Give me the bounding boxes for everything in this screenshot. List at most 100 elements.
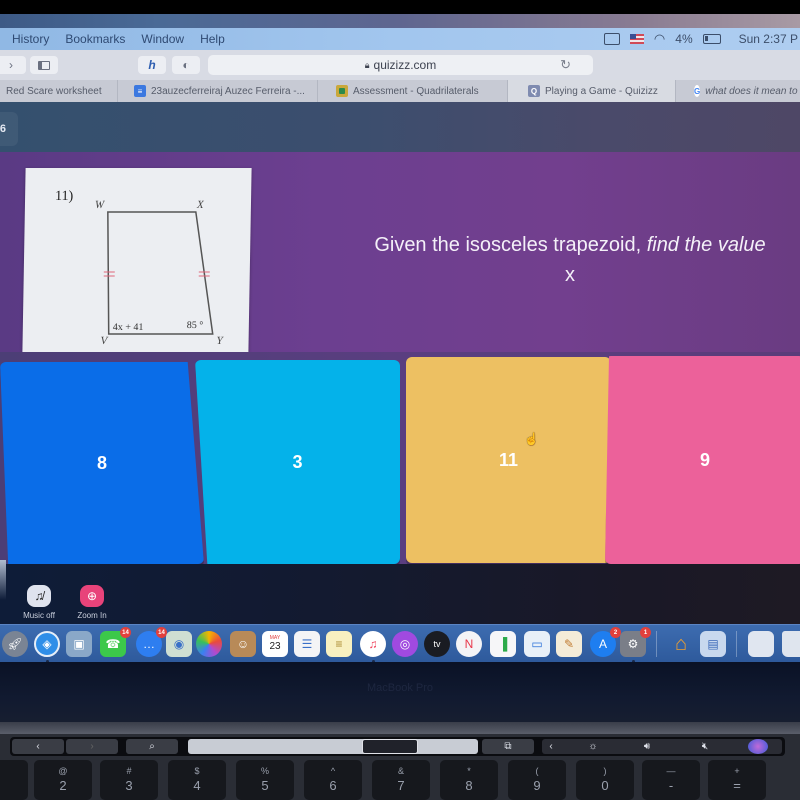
image-capture-icon[interactable]: ▤ xyxy=(700,631,726,657)
touchbar-forward[interactable]: › xyxy=(66,739,118,754)
battery-icon[interactable] xyxy=(702,34,721,44)
app-store-icon[interactable]: A2 xyxy=(590,627,621,657)
us-flag-icon[interactable] xyxy=(629,34,644,44)
touchbar-back[interactable]: ‹ xyxy=(12,739,64,754)
mute-icon[interactable]: 🔇︎ xyxy=(690,739,720,754)
music-icon[interactable]: ♫ xyxy=(360,631,386,657)
maps-icon[interactable]: ◉ xyxy=(166,631,192,657)
contacts-icon[interactable]: ☺ xyxy=(230,631,256,657)
touchbar-tab-previews[interactable] xyxy=(188,739,478,754)
keynote-icon[interactable]: ▭ xyxy=(524,631,550,657)
key-4[interactable]: $4 xyxy=(168,760,226,800)
reload-icon[interactable]: ↻ xyxy=(560,57,571,73)
pages-icon[interactable]: ✎ xyxy=(556,631,582,657)
photos-icon[interactable] xyxy=(196,631,222,657)
reminders-icon[interactable]: ☰ xyxy=(294,631,320,657)
touchbar-active-tab[interactable] xyxy=(362,739,418,754)
vertex-w: W xyxy=(95,199,105,211)
key-top: ! xyxy=(0,766,28,776)
tab-google[interactable]: G what does it mean to b xyxy=(676,80,800,102)
key-8[interactable]: * 8 xyxy=(440,760,498,800)
news-icon[interactable]: N xyxy=(456,631,482,657)
touchbar-search[interactable]: ⌕ xyxy=(126,739,178,754)
settings-badge: 1 xyxy=(640,627,651,638)
touchbar-expand[interactable]: ‹ xyxy=(544,739,558,754)
clock[interactable]: Sun 2:37 P xyxy=(739,32,798,46)
key-bot: 4 xyxy=(193,778,201,793)
key-5[interactable]: % 5 xyxy=(236,760,294,800)
system-preferences-icon[interactable]: ⚙ 1 xyxy=(620,627,651,657)
podcasts-icon[interactable]: ◎ xyxy=(392,631,418,657)
key-1[interactable]: ! xyxy=(0,760,28,800)
vertex-v: V xyxy=(100,335,108,347)
search-icon: ⌕ xyxy=(149,741,155,752)
key-bot: 7 xyxy=(397,778,405,793)
key-equals[interactable]: + = xyxy=(708,760,766,800)
menu-history[interactable]: History xyxy=(12,32,49,46)
key-2[interactable]: @2 xyxy=(34,760,92,800)
tab-label: Playing a Game - Quizizz xyxy=(545,85,658,97)
touch-bar: ‹ › ⌕ ⧉ ‹ ☼ 🔊︎ 🔇︎ xyxy=(10,737,785,756)
question-text-line2: x xyxy=(565,264,575,286)
address-bar[interactable]: 🔒︎ quizizz.com ↻ xyxy=(208,55,593,75)
question-text-part2: find the value xyxy=(646,234,766,256)
safari-icon[interactable]: ◈ xyxy=(34,631,60,657)
menu-window[interactable]: Window xyxy=(141,32,184,46)
launchpad-icon[interactable]: 🚀︎ xyxy=(2,631,28,657)
answer-option-4[interactable]: 9 xyxy=(605,356,800,564)
answer-option-1[interactable]: 8 xyxy=(0,362,204,564)
privacy-button[interactable]: ◐ xyxy=(172,56,200,74)
extension-h-button[interactable]: h xyxy=(138,56,166,74)
sidebar-button[interactable] xyxy=(30,56,58,74)
key-9[interactable]: (9 xyxy=(508,760,566,800)
dock-separator xyxy=(656,631,657,657)
menu-help[interactable]: Help xyxy=(200,32,225,46)
window-edge xyxy=(0,560,6,600)
problem-number: 11) xyxy=(55,189,74,204)
hand-cursor-icon: ☝ xyxy=(524,432,539,446)
new-tab-icon: ⧉ xyxy=(504,741,512,752)
tab-bar: Red Scare worksheet ≡ 23auzecferreiraj A… xyxy=(0,80,800,102)
answer-option-3[interactable]: 11 xyxy=(406,357,611,563)
wifi-icon[interactable]: ◠ xyxy=(654,31,665,47)
key-3[interactable]: #3 xyxy=(100,760,158,800)
airplay-icon[interactable] xyxy=(603,33,620,45)
apple-tv-icon[interactable]: tv xyxy=(424,631,450,657)
key-minus[interactable]: — - xyxy=(642,760,700,800)
documents-stack-icon[interactable] xyxy=(748,631,774,657)
preview-icon[interactable]: ▣ xyxy=(66,631,92,657)
forward-button[interactable]: › xyxy=(0,56,26,74)
question-image[interactable]: 11) W X V Y 4x + 41 85 ° xyxy=(22,168,252,352)
siri-icon[interactable] xyxy=(748,739,768,754)
key-0[interactable]: ) 0 xyxy=(576,760,634,800)
key-7[interactable]: & 7 xyxy=(372,760,430,800)
notes-icon[interactable]: ≡ xyxy=(326,631,352,657)
volume-icon[interactable]: 🔊︎ xyxy=(632,739,662,754)
menu-bookmarks[interactable]: Bookmarks xyxy=(65,32,125,46)
tab-quizizz[interactable]: Q Playing a Game - Quizizz xyxy=(508,80,676,102)
trash-icon[interactable] xyxy=(782,631,800,657)
question-area: 11) W X V Y 4x + 41 85 ° Given the isosc… xyxy=(0,152,800,364)
key-bot: - xyxy=(668,778,674,793)
touchbar-new-tab[interactable]: ⧉ xyxy=(482,739,534,754)
home-icon[interactable]: ⌂ xyxy=(668,631,694,657)
tab-red-scare[interactable]: Red Scare worksheet xyxy=(0,80,118,102)
tab-docs[interactable]: ≡ 23auzecferreiraj Auzec Ferreira -... xyxy=(118,80,318,102)
vertex-y: Y xyxy=(216,335,224,347)
numbers-icon[interactable]: ▐ xyxy=(490,631,516,657)
tab-label: Red Scare worksheet xyxy=(6,85,102,97)
zoom-in-button[interactable]: ⊕ xyxy=(80,585,104,607)
trapezoid-diagram: 11) W X V Y 4x + 41 85 ° xyxy=(55,189,225,347)
key-bot: 2 xyxy=(59,778,67,793)
answer-option-2[interactable]: 3 xyxy=(195,360,400,564)
facetime-icon[interactable]: ☎ 14 xyxy=(100,627,131,657)
key-top: $ xyxy=(194,766,200,776)
calendar-icon[interactable]: MAY 23 xyxy=(262,631,288,657)
tab-assessment[interactable]: Assessment - Quadrilaterals xyxy=(318,80,508,102)
music-off-button[interactable]: ♫̸ xyxy=(27,585,51,607)
chevron-right-icon: › xyxy=(9,58,13,72)
key-6[interactable]: ^ 6 xyxy=(304,760,362,800)
brightness-icon[interactable]: ☼ xyxy=(578,739,608,754)
key-bot: 3 xyxy=(125,778,133,793)
messages-icon[interactable]: … 14 xyxy=(136,627,167,657)
